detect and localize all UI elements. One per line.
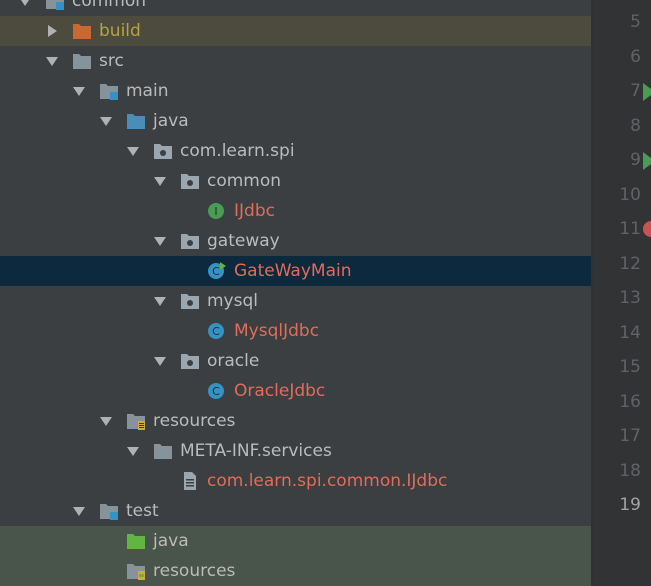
line-number: 15 [619,357,641,377]
expand-arrow-down-icon[interactable] [45,46,59,76]
tree-row[interactable]: C GateWayMain [0,256,591,286]
line-number: 16 [619,391,641,412]
resources-root-icon [126,412,146,430]
test-root-icon [126,532,146,550]
tree-row[interactable]: java [0,526,591,556]
tree-row[interactable]: common [0,166,591,196]
tree-item-label: src [99,51,124,71]
tree-item-label: main [126,81,169,101]
line-number: 7 [630,81,641,101]
tree-row[interactable]: test [0,496,591,526]
class-runnable-icon: C [207,262,227,280]
expand-arrow-down-icon[interactable] [99,106,113,136]
expand-arrow-down-icon[interactable] [72,496,86,526]
tree-item-label: oracle [207,351,260,371]
package-icon [180,172,200,190]
run-gutter-icon[interactable] [643,152,651,170]
expand-arrow-down-icon[interactable] [153,166,167,196]
tree-row[interactable]: com.learn.spi.common.IJdbc [0,466,591,496]
text-file-icon [180,472,200,490]
module-folder-icon [45,0,65,10]
tree-item-label: test [126,501,159,521]
expand-arrow-down-icon[interactable] [126,436,140,466]
svg-text:I: I [214,205,217,218]
tree-item-label: java [153,111,189,131]
expand-arrow-down-icon[interactable] [126,136,140,166]
excluded-folder-icon [72,22,92,40]
tree-row[interactable]: java [0,106,591,136]
line-number: 13 [619,288,641,308]
folder-icon [153,442,173,460]
expand-arrow-down-icon[interactable] [153,286,167,316]
project-tree: common build src main java com.learn.spi… [0,0,591,586]
package-icon [180,232,200,250]
line-number: 12 [619,253,641,274]
test-resources-root-icon [126,562,146,580]
tree-row[interactable]: C MysqlJdbc [0,316,591,346]
source-root-icon [126,112,146,130]
expand-arrow-down-icon[interactable] [99,406,113,436]
package-icon [180,292,200,310]
line-number: 19 [619,495,641,515]
tree-item-label: common [72,0,147,11]
svg-text:C: C [212,265,220,278]
expand-arrow-down-icon[interactable] [153,346,167,376]
line-number: 8 [630,115,641,136]
line-number: 11 [619,219,641,239]
tree-item-label: META-INF.services [180,441,332,461]
tree-item-label: gateway [207,231,280,251]
tree-row[interactable]: C OracleJdbc [0,376,591,406]
class-icon: C [207,322,227,340]
tree-row[interactable]: src [0,46,591,76]
editor-gutter: 5 6 7 8 9 10 11 12 13 14 15 16 17 18 19 [593,0,651,586]
svg-text:C: C [212,385,220,398]
tree-item-label: mysql [207,291,258,311]
module-folder-icon [99,82,119,100]
tree-row[interactable]: main [0,76,591,106]
tree-item-label: com.learn.spi.common.IJdbc [207,471,448,491]
tree-item-label: com.learn.spi [180,141,295,161]
line-number: 6 [630,46,641,67]
folder-icon [72,52,92,70]
module-folder-icon [99,502,119,520]
tree-item-label: common [207,171,282,191]
breakpoint-icon[interactable] [643,221,651,237]
line-number: 5 [630,12,641,32]
tree-row[interactable]: build [0,16,591,46]
expand-arrow-down-icon[interactable] [153,226,167,256]
svg-text:C: C [212,325,220,338]
tree-item-label: resources [153,561,236,581]
class-icon: C [207,382,227,400]
expand-arrow-right-icon[interactable] [45,16,59,46]
expand-arrow-down-icon[interactable] [72,76,86,106]
tree-row[interactable]: mysql [0,286,591,316]
package-icon [153,142,173,160]
tree-row[interactable]: gateway [0,226,591,256]
tree-row[interactable]: META-INF.services [0,436,591,466]
tree-row[interactable]: resources [0,556,591,586]
line-number: 18 [619,460,641,481]
tree-row[interactable]: resources [0,406,591,436]
tree-row[interactable]: I IJdbc [0,196,591,226]
tree-item-label: build [99,21,141,41]
interface-icon: I [207,202,227,220]
tree-item-label: resources [153,411,236,431]
tree-item-label: MysqlJdbc [234,321,320,341]
line-number: 9 [630,150,641,170]
tree-item-label: OracleJdbc [234,381,326,401]
tree-item-label: java [153,531,189,551]
tree-item-label: GateWayMain [234,261,352,281]
package-icon [180,352,200,370]
tree-row[interactable]: common [0,0,591,16]
line-number: 17 [619,426,641,446]
line-number: 14 [619,322,641,343]
line-number: 10 [619,184,641,205]
expand-arrow-down-icon[interactable] [18,0,32,16]
tree-row[interactable]: oracle [0,346,591,376]
run-gutter-icon[interactable] [643,83,651,101]
tree-row[interactable]: com.learn.spi [0,136,591,166]
tree-item-label: IJdbc [234,201,275,221]
